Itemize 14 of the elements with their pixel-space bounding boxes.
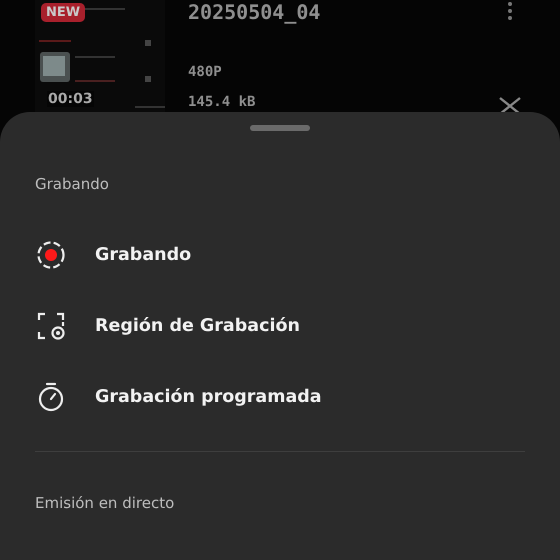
resolution-label: 480P: [188, 64, 223, 80]
section-title: Emisión en directo: [34, 494, 176, 512]
menu-item[interactable]: Grabando: [0, 219, 560, 290]
menu-item[interactable]: Grabación programada: [0, 361, 560, 432]
new-badge: NEW: [41, 3, 86, 22]
file-name: 20250504_04: [188, 0, 322, 24]
section-title: Grabando: [34, 175, 110, 193]
crossed-tools-icon[interactable]: [498, 96, 522, 114]
video-duration: 00:03: [47, 91, 94, 107]
drag-handle[interactable]: [250, 125, 310, 131]
file-size: 145.4 kB: [188, 94, 256, 110]
menu-item[interactable]: Región de Grabación: [0, 290, 560, 361]
record-icon: [35, 238, 67, 270]
more-options-icon[interactable]: [507, 1, 513, 21]
